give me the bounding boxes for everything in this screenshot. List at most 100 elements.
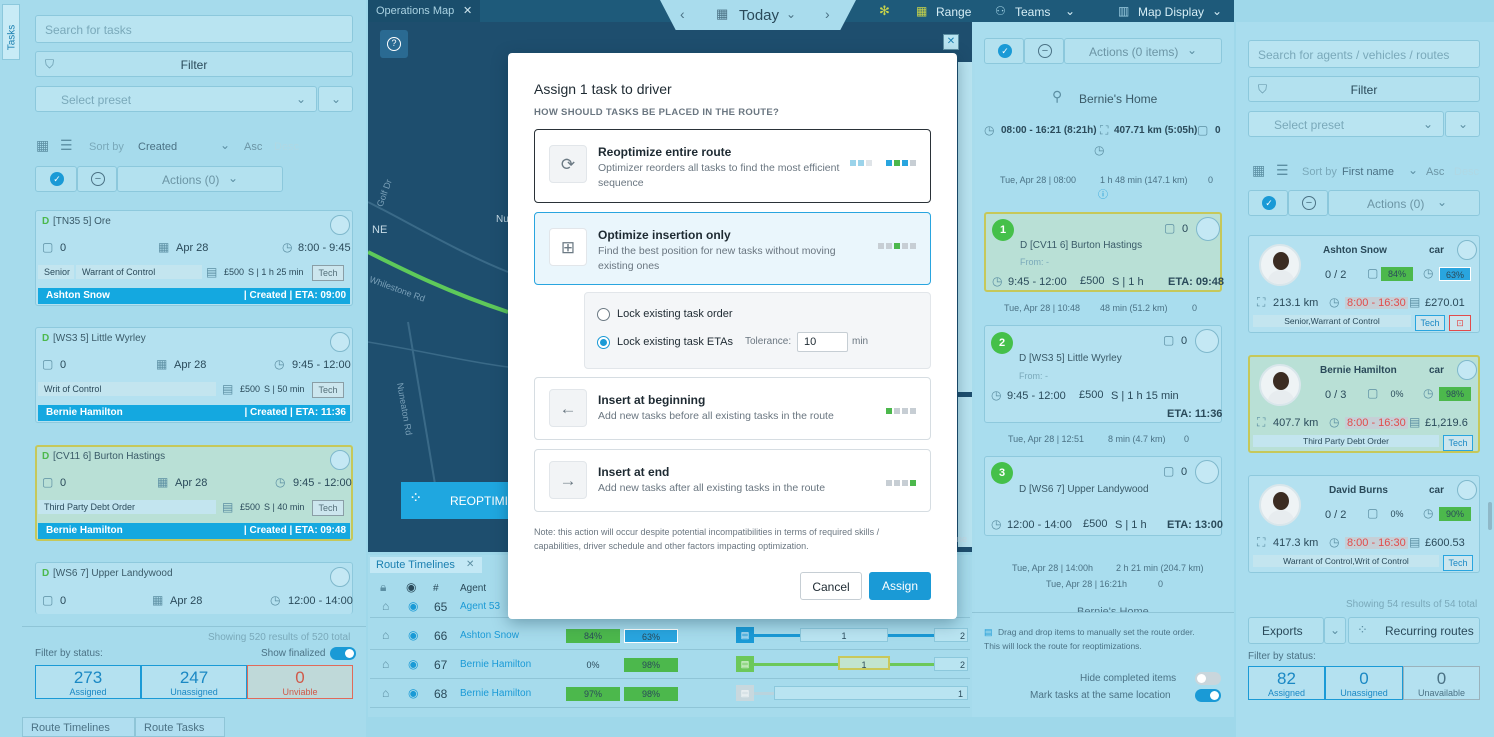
list-view-icon[interactable]: ☰ bbox=[1276, 163, 1289, 177]
task-select-toggle[interactable] bbox=[330, 567, 350, 587]
agent-card[interactable]: David Burns car 0 / 2 ▢ 0% ◷ 90% ⛶ 417.3 … bbox=[1248, 475, 1480, 573]
eye-icon[interactable]: ◉ bbox=[408, 687, 418, 699]
agent-preset-select[interactable]: Select preset ⌄ bbox=[1248, 111, 1444, 137]
lock-order-radio[interactable] bbox=[597, 308, 610, 321]
sort-desc[interactable]: Desc bbox=[274, 141, 299, 153]
list-view-icon[interactable]: ☰ bbox=[60, 138, 73, 152]
grid-view-icon[interactable]: ▦ bbox=[36, 138, 49, 152]
lock-icon[interactable]: ⌂ bbox=[382, 600, 389, 612]
agent-card[interactable]: Ashton Snow car 0 / 2 ▢ 84% ◷ 63% ⛶ 213.1… bbox=[1248, 235, 1480, 333]
status-unviable[interactable]: 0 Unviable bbox=[247, 665, 353, 699]
agent-sort-desc[interactable]: Desc bbox=[1454, 166, 1479, 178]
task-card[interactable]: D [WS3 5] Little Wyrley ▢ 0 ▦ Apr 28 ◷ 9:45… bbox=[35, 327, 353, 423]
task-card[interactable]: D [TN35 5] Ore ▢ 0 ▦ Apr 28 ◷ 8:00 - 9:45 S… bbox=[35, 210, 353, 306]
sort-asc[interactable]: Asc bbox=[244, 141, 262, 153]
timeline-row[interactable]: ⌂ ◉ 66 Ashton Snow 84% 63% ▤ 1 2 bbox=[370, 621, 970, 650]
eye-icon[interactable]: ◉ bbox=[406, 581, 416, 593]
task-actions-menu[interactable]: Actions (0) ⌄ bbox=[117, 166, 283, 192]
lock-icon[interactable]: 🔒︎ bbox=[380, 581, 386, 593]
task-card[interactable]: D [WS6 7] Upper Landywood ▢ 0 ▦ Apr 28 ◷ 12… bbox=[35, 562, 353, 614]
agent-preset-expand[interactable]: ⌄ bbox=[1445, 111, 1480, 137]
route-deselect[interactable]: − bbox=[1024, 38, 1064, 64]
close-icon[interactable]: ✕ bbox=[463, 5, 472, 17]
task-select-toggle[interactable] bbox=[330, 450, 350, 470]
reoptimize-button[interactable]: ⁘ REOPTIMIZ bbox=[401, 482, 515, 519]
agent-status-unavailable[interactable]: 0 Unavailable bbox=[1403, 666, 1480, 700]
gear-icon[interactable]: ✻ bbox=[879, 4, 890, 17]
assign-button[interactable]: Assign bbox=[869, 572, 931, 600]
map-display-button[interactable]: Map Display bbox=[1138, 5, 1204, 19]
agent-select-toggle[interactable] bbox=[1457, 480, 1477, 500]
agent-select-all[interactable]: ✓ bbox=[1248, 190, 1288, 216]
recurring-routes-button[interactable]: ⁘ Recurring routes bbox=[1348, 617, 1480, 644]
agent-deselect[interactable]: − bbox=[1288, 190, 1328, 216]
option-insert-at-end[interactable]: → Insert at end Add new tasks after all … bbox=[534, 449, 931, 512]
route-actions-menu[interactable]: Actions (0 items) ⌄ bbox=[1064, 38, 1222, 64]
agent-status-unassigned[interactable]: 0 Unassigned bbox=[1325, 666, 1403, 700]
exports-dropdown[interactable]: ⌄ bbox=[1324, 617, 1346, 644]
status-unassigned[interactable]: 247 Unassigned bbox=[141, 665, 247, 699]
tab-route-timelines[interactable]: Route Timelines ✕ bbox=[370, 557, 482, 573]
stop-select-toggle[interactable] bbox=[1196, 217, 1220, 241]
task-preset-expand[interactable]: ⌄ bbox=[318, 86, 353, 112]
route-stop-card-selected[interactable]: 1 ▢ 0 D [CV11 6] Burton Hastings From: - … bbox=[984, 212, 1224, 292]
lock-etas-radio[interactable] bbox=[597, 336, 610, 349]
route-stop-card[interactable]: 3 ▢ 0 D [WS6 7] Upper Landywood ◷ 12:00 - … bbox=[984, 456, 1223, 536]
agent-select-toggle[interactable] bbox=[1457, 240, 1477, 260]
route-select-all[interactable]: ✓ bbox=[984, 38, 1024, 64]
task-preset-select[interactable]: Select preset ⌄ bbox=[35, 86, 317, 112]
eye-icon[interactable]: ◉ bbox=[408, 600, 418, 612]
agent-select-toggle[interactable] bbox=[1457, 360, 1477, 380]
map-help-button[interactable]: ? bbox=[380, 30, 408, 58]
task-filter-button[interactable]: ⛉ Filter bbox=[35, 51, 353, 77]
task-search-input[interactable]: Search for tasks bbox=[35, 15, 353, 43]
range-button[interactable]: Range bbox=[936, 5, 971, 19]
agent-column-header[interactable]: Agent bbox=[460, 583, 486, 594]
task-select-toggle[interactable] bbox=[330, 332, 350, 352]
stop-select-toggle[interactable] bbox=[1195, 329, 1219, 353]
teams-button[interactable]: Teams bbox=[1015, 5, 1050, 19]
task-select-toggle[interactable] bbox=[330, 215, 350, 235]
agent-sort-select[interactable]: First name bbox=[1342, 166, 1394, 178]
stop-select-toggle[interactable] bbox=[1195, 460, 1219, 484]
route-stop-card[interactable]: 2 ▢ 0 D [WS3 5] Little Wyrley From: - ◷ 9:… bbox=[984, 325, 1222, 423]
tolerance-input[interactable] bbox=[797, 332, 848, 352]
lock-icon[interactable]: ⌂ bbox=[382, 687, 389, 699]
exports-button[interactable]: Exports bbox=[1248, 617, 1324, 644]
grid-view-icon[interactable]: ▦ bbox=[1252, 163, 1265, 177]
date-select[interactable]: Today bbox=[739, 7, 779, 24]
mark-same-location-toggle[interactable] bbox=[1195, 689, 1221, 702]
lock-icon[interactable]: ⌂ bbox=[382, 658, 389, 670]
timeline-row[interactable]: ⌂ ◉ 67 Bernie Hamilton 0% 98% ▤ 1 2 bbox=[370, 650, 970, 679]
deselect-button[interactable]: − bbox=[77, 166, 117, 192]
agent-filter-button[interactable]: ⛉ Filter bbox=[1248, 76, 1480, 102]
agent-sort-asc[interactable]: Asc bbox=[1426, 166, 1444, 178]
status-assigned[interactable]: 273 Assigned bbox=[35, 665, 141, 699]
agent-actions-menu[interactable]: Actions (0) ⌄ bbox=[1328, 190, 1480, 216]
chevron-left-icon[interactable]: ‹ bbox=[680, 7, 685, 21]
option-optimize-insertion-only[interactable]: ⊞ Optimize insertion only Find the best … bbox=[534, 212, 931, 285]
info-icon[interactable]: ⓘ bbox=[1098, 190, 1108, 202]
show-finalized-toggle[interactable] bbox=[330, 647, 356, 660]
select-all-button[interactable]: ✓ bbox=[35, 166, 77, 192]
option-reoptimize-entire-route[interactable]: ⟳ Reoptimize entire route Optimizer reor… bbox=[534, 129, 931, 203]
hide-completed-toggle[interactable] bbox=[1195, 672, 1221, 685]
map-close-button[interactable]: ✕ bbox=[943, 34, 959, 50]
timeline-row[interactable]: ⌂ ◉ 68 Bernie Hamilton 97% 98% ▤ 1 bbox=[370, 679, 970, 708]
chevron-right-icon[interactable]: › bbox=[825, 7, 830, 21]
tab-operations-map[interactable]: Operations Map ✕ bbox=[368, 0, 480, 22]
eye-icon[interactable]: ◉ bbox=[408, 629, 418, 641]
task-card-selected[interactable]: D [CV11 6] Burton Hastings ▢ 0 ▦ Apr 28 ◷ 9… bbox=[35, 445, 353, 541]
lock-icon[interactable]: ⌂ bbox=[382, 629, 389, 641]
agent-search-input[interactable]: Search for agents / vehicles / routes bbox=[1248, 40, 1480, 68]
agent-status-assigned[interactable]: 82 Assigned bbox=[1248, 666, 1325, 700]
sort-select[interactable]: Created bbox=[138, 141, 177, 153]
eye-icon[interactable]: ◉ bbox=[408, 658, 418, 670]
agent-card-selected[interactable]: Bernie Hamilton car 0 / 3 ▢ 0% ◷ 98% ⛶ 40… bbox=[1248, 355, 1480, 453]
close-icon[interactable]: ✕ bbox=[466, 559, 474, 571]
bottom-tab-route-tasks[interactable]: Route Tasks bbox=[135, 717, 225, 737]
agents-scrollbar[interactable] bbox=[1488, 502, 1492, 530]
cancel-button[interactable]: Cancel bbox=[800, 572, 862, 600]
bottom-tab-route-timelines[interactable]: Route Timelines bbox=[22, 717, 135, 737]
option-insert-at-beginning[interactable]: ← Insert at beginning Add new tasks befo… bbox=[534, 377, 931, 440]
